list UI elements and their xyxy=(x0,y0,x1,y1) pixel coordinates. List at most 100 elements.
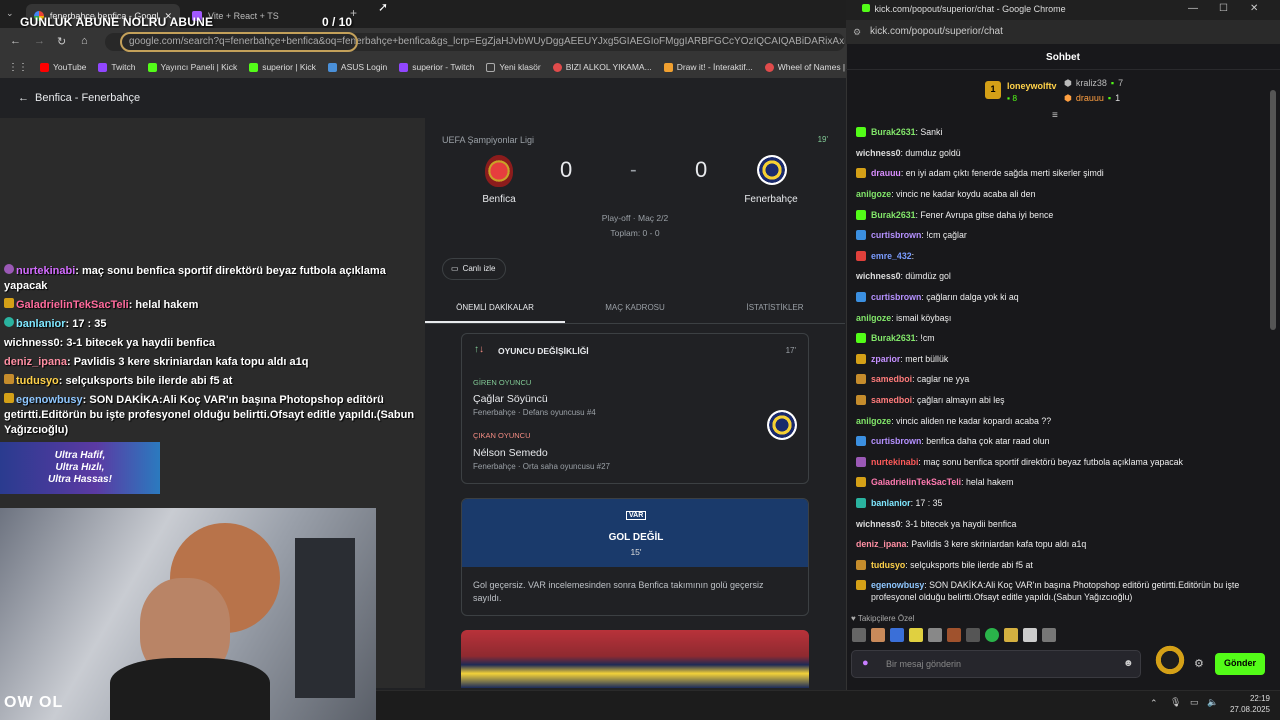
chat-username[interactable]: curtisbrown xyxy=(871,230,921,240)
bookmark-superior-kick[interactable]: superior | Kick xyxy=(249,62,316,72)
tab-list-chevron-icon[interactable]: ⌄ xyxy=(6,8,14,19)
mic-icon[interactable]: ● xyxy=(862,657,869,669)
emote-icon[interactable] xyxy=(947,628,961,642)
chat-message: nurtekinabi: maç sonu benfica sportif di… xyxy=(856,452,1266,473)
emote-icon[interactable] xyxy=(852,628,866,642)
chat-username[interactable]: anilgoze xyxy=(856,416,891,426)
player-out-label: ÇIKAN OYUNCU xyxy=(473,431,531,440)
chat-message: wichness0: dümdüz gol xyxy=(856,271,951,282)
bookmark-kick-panel[interactable]: Yayıncı Paneli | Kick xyxy=(147,62,237,72)
emote-row xyxy=(852,628,1058,642)
chat-message: anilgoze: ismail köybaşı xyxy=(856,312,952,323)
bookmark-drawit[interactable]: Draw it! - İnteraktif... xyxy=(663,62,753,72)
emote-icon[interactable] xyxy=(1004,628,1018,642)
chat-username[interactable]: deniz_ipana xyxy=(856,539,906,549)
site-icon xyxy=(552,62,562,72)
tab-lineups[interactable]: MAÇ KADROSU xyxy=(565,290,705,323)
bookmark-twitch[interactable]: Twitch xyxy=(98,62,136,72)
tab-stats[interactable]: İSTATİSTİKLER xyxy=(705,290,845,323)
aggregate-score: Toplam: 0 - 0 xyxy=(610,228,660,238)
bookmark-alkol[interactable]: BIZI ALKOL YIKAMA... xyxy=(552,62,652,72)
chat-username[interactable]: curtisbrown xyxy=(871,292,921,302)
chat-message-text: çağların dalga yok ki aq xyxy=(926,292,1019,303)
chat-message: Burak2631: Fener Avrupa gitse daha iyi b… xyxy=(856,204,1266,225)
home-icon[interactable]: ⌂ xyxy=(81,35,88,47)
chat-username[interactable]: wichness0 xyxy=(856,271,901,281)
chat-scrollbar[interactable] xyxy=(1270,90,1276,330)
chat-username[interactable]: wichness0 xyxy=(856,148,901,158)
chat-message: samedboi: çağları almayın abi leş xyxy=(856,390,1266,411)
tab-key-moments[interactable]: ÖNEMLİ DAKİKALAR xyxy=(425,290,565,323)
send-button[interactable]: Gönder xyxy=(1215,653,1265,675)
chat-username[interactable]: samedboi xyxy=(871,374,912,384)
chat-message-input[interactable]: Bir mesaj gönderin xyxy=(851,650,1141,678)
chat-username[interactable]: zparior xyxy=(871,354,900,364)
emote-icon[interactable] xyxy=(966,628,980,642)
chat-message-text: Pavlidis 3 kere skriniardan kafa topu al… xyxy=(911,539,1087,550)
chat-username[interactable]: Burak2631 xyxy=(871,127,916,137)
chat-username[interactable]: GaladrielinTekSacTeli xyxy=(871,477,961,487)
sponsor-ad: Ultra Hafif, Ultra Hızlı, Ultra Hassas! xyxy=(0,442,160,494)
var-card: VAR GOL DEĞİL 15' Gol geçersiz. VAR ince… xyxy=(461,498,809,616)
popup-url-bar[interactable]: kick.com/popout/superior/chat xyxy=(846,20,1280,44)
bookmark-superior-twitch[interactable]: superior - Twitch xyxy=(399,62,474,72)
bookmark-youtube[interactable]: YouTube xyxy=(40,62,86,72)
chat-username[interactable]: banlanior xyxy=(871,498,911,508)
emote-icon[interactable] xyxy=(1042,628,1056,642)
emote-icon[interactable] xyxy=(1023,628,1037,642)
chat-username[interactable]: samedboi xyxy=(871,395,912,405)
emote-icon[interactable] xyxy=(890,628,904,642)
emote-icon[interactable] xyxy=(985,628,999,642)
close-icon[interactable]: ✕ xyxy=(1250,3,1258,14)
chat-username[interactable]: curtisbrown xyxy=(871,436,921,446)
apps-grid-icon[interactable]: ⋮⋮ xyxy=(8,62,28,73)
chat-username[interactable]: emre_432 xyxy=(871,251,912,261)
maximize-icon[interactable]: ☐ xyxy=(1219,3,1228,14)
live-watch-button[interactable]: ▭ Canlı izle xyxy=(442,258,507,280)
chat-username[interactable]: wichness0 xyxy=(856,519,901,529)
chat-username[interactable]: egenowbusy xyxy=(871,580,924,590)
chat-message: curtisbrown: benfica daha çok atar raad … xyxy=(856,431,1266,452)
chat-username[interactable]: anilgoze xyxy=(856,189,891,199)
settings-gear-icon[interactable]: ⚙ xyxy=(1194,657,1204,670)
clock[interactable]: 22:19 27.08.2025 xyxy=(1224,693,1270,715)
chat-username[interactable]: tudusyo xyxy=(871,560,905,570)
chat-message: GaladrielinTekSacTeli: helal hakem xyxy=(856,472,1266,493)
emote-icon[interactable] xyxy=(871,628,885,642)
back-arrow-icon[interactable]: ← xyxy=(10,35,21,47)
bookmark-folder[interactable]: Yeni klasör xyxy=(486,62,541,72)
chat-username[interactable]: Burak2631 xyxy=(871,210,916,220)
network-icon[interactable]: ▭ xyxy=(1190,697,1199,708)
chevron-up-icon[interactable]: ⌃ xyxy=(1150,698,1158,709)
chat-message-text: çağları almayın abi leş xyxy=(916,395,1005,406)
emoji-icon[interactable]: ☻ xyxy=(1123,658,1134,669)
reload-icon[interactable]: ↻ xyxy=(57,35,66,48)
emote-icon[interactable] xyxy=(928,628,942,642)
chat-username[interactable]: drauuu xyxy=(871,168,901,178)
popup-titlebar: kick.com/popout/superior/chat - Google C… xyxy=(846,0,1280,20)
emote-icon[interactable] xyxy=(909,628,923,642)
minimize-icon[interactable]: — xyxy=(1188,3,1198,14)
var-icon: VAR xyxy=(626,511,647,520)
chat-message-text: 3-1 bitecek ya haydii benfica xyxy=(905,518,1017,529)
mouse-cursor-icon: ➚ xyxy=(378,0,389,14)
match-back-link[interactable]: ← Benfica - Fenerbahçe xyxy=(18,92,140,104)
chat-username[interactable]: Burak2631 xyxy=(871,333,916,343)
user-badge-icon xyxy=(856,209,866,220)
mic-icon[interactable]: 🎙 xyxy=(1170,697,1181,708)
expand-leaderboard-icon[interactable]: ≡ xyxy=(1052,110,1058,121)
bookmark-asus[interactable]: ASUS Login xyxy=(327,62,387,72)
chat-username[interactable]: nurtekinabi xyxy=(871,457,918,467)
folder-icon xyxy=(486,62,496,72)
chat-message: deniz_ipana: Pavlidis 3 kere skriniardan… xyxy=(856,539,1087,550)
forward-arrow-icon[interactable]: → xyxy=(34,35,45,47)
volume-icon[interactable]: 🔈 xyxy=(1207,697,1218,708)
chat-username[interactable]: anilgoze xyxy=(856,313,891,323)
substitution-title: OYUNCU DEĞİŞİKLİĞİ xyxy=(498,346,589,356)
swap-arrows-icon: ↑↓ xyxy=(474,344,484,355)
chat-message: wichness0: 3-1 bitecek ya haydii benfica xyxy=(856,518,1017,529)
site-settings-icon[interactable]: ⚙ xyxy=(853,27,861,38)
bookmark-wheel[interactable]: Wheel of Names | R... xyxy=(764,62,846,72)
draw-icon xyxy=(663,62,673,72)
player-in-detail: Fenerbahçe · Defans oyuncusu #4 xyxy=(473,408,596,417)
